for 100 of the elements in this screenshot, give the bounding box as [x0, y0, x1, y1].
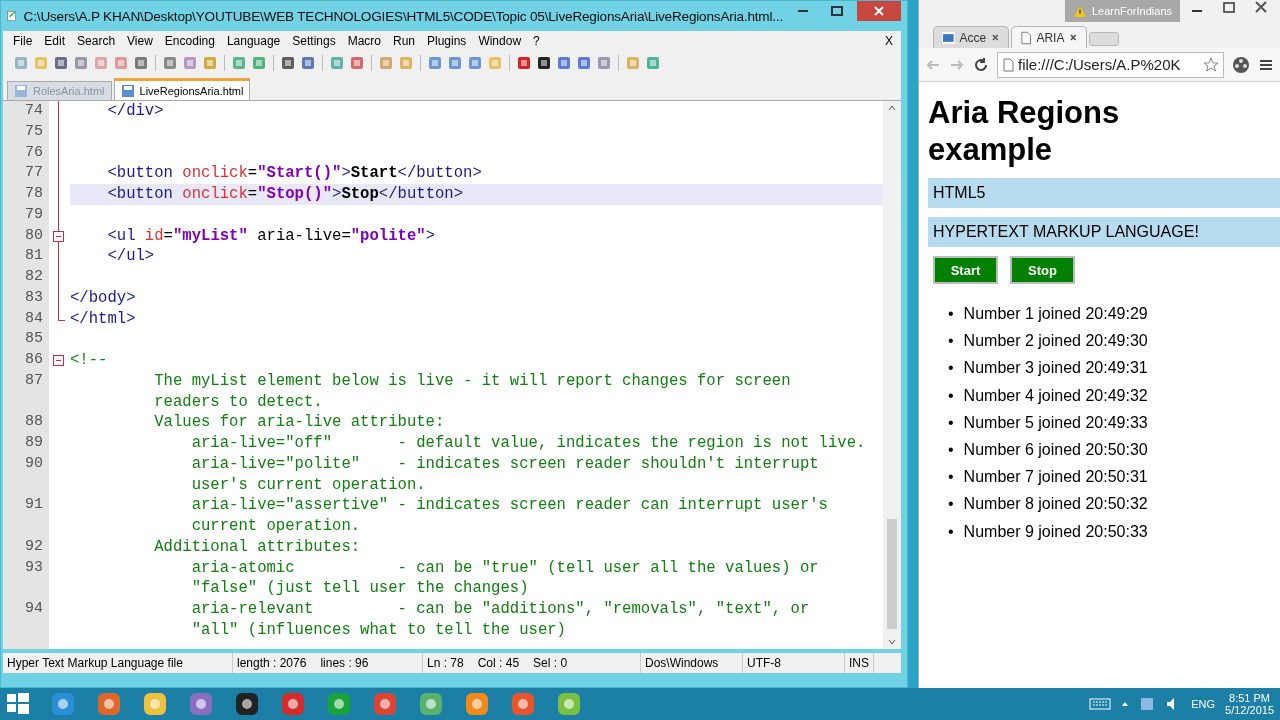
code-line: <button onclick="Start()">Start</button> [106, 164, 482, 183]
bullet: • [948, 412, 954, 433]
menu-item[interactable]: ? [527, 34, 546, 48]
app-icon[interactable] [50, 691, 76, 717]
clock[interactable]: 8:51 PM 5/12/2015 [1225, 692, 1274, 716]
profile-name: LearnForIndians [1091, 5, 1172, 17]
menu-item[interactable]: Run [387, 34, 421, 48]
code-line: </body> [70, 288, 136, 307]
close-icon[interactable] [1254, 0, 1268, 14]
app-icon[interactable] [418, 691, 444, 717]
length-count: length : 2076 [237, 656, 307, 670]
line-number: 74 [25, 101, 43, 121]
start-icon[interactable] [6, 692, 30, 716]
close-document-button[interactable]: X [885, 34, 897, 48]
code-editor[interactable] [3, 101, 901, 649]
scrollbar-thumb[interactable] [887, 519, 897, 629]
fold-toggle-icon[interactable] [53, 355, 64, 366]
menu-item[interactable]: Search [71, 34, 122, 48]
list-item: Number 1 joined 20:49:29 [963, 304, 1148, 324]
line-number: 91 [25, 495, 43, 516]
list-item: Number 2 joined 20:49:30 [963, 331, 1148, 352]
app-icon[interactable] [142, 691, 168, 717]
address-bar[interactable]: file:///C:/Users/A.P%20K [997, 51, 1224, 78]
app-icon[interactable] [464, 691, 490, 717]
bullet: • [948, 521, 954, 542]
page-icon [1002, 57, 1014, 72]
line-number: 84 [25, 308, 43, 329]
line-ending: Dos\Windows [645, 656, 719, 670]
code-line: readers to detect. [153, 392, 323, 411]
line-number: 90 [25, 453, 43, 474]
code-line: <!-- [70, 351, 108, 369]
page-button[interactable]: Start [933, 256, 998, 284]
line-number: 86 [25, 350, 43, 370]
film-reel-icon[interactable] [1232, 55, 1250, 74]
code-line: "all" (influences what to tell the user) [190, 620, 566, 639]
fold-toggle-icon[interactable] [53, 230, 64, 242]
toolbar-icon[interactable] [536, 55, 552, 71]
code-line: aria-live="assertive" - indicates screen reader can interrupt user's [190, 496, 828, 515]
bullet: • [948, 331, 954, 352]
line-number: 85 [25, 329, 43, 350]
line-position: Ln : 78 [427, 656, 464, 670]
file-type: Hyper Text Markup Language file [7, 656, 183, 670]
reload-icon[interactable] [973, 56, 989, 73]
menu-item[interactable]: Language [220, 34, 287, 48]
maximize-icon[interactable] [1222, 0, 1236, 14]
menu-item[interactable]: Settings [286, 34, 342, 48]
line-number: 88 [25, 412, 43, 433]
bullet: • [948, 304, 954, 324]
line-number: 89 [25, 433, 43, 453]
bullet: • [948, 385, 954, 406]
menu-item[interactable]: Plugins [421, 34, 473, 48]
app-icon[interactable] [326, 691, 352, 717]
list-item: Number 8 joined 20:50:32 [963, 494, 1148, 515]
file-tab[interactable]: LiveRegionsAria.html [113, 78, 251, 100]
browser-tab[interactable]: Acce [933, 26, 1009, 48]
menu-item[interactable]: View [121, 34, 159, 48]
line-number: 78 [25, 184, 43, 204]
menu-item[interactable]: Window [472, 34, 528, 48]
scroll-up-icon[interactable] [887, 103, 897, 113]
code-line: current operation. [190, 517, 361, 535]
line-number: 92 [25, 536, 43, 557]
menu-item[interactable]: File [7, 34, 39, 48]
line-number: 79 [25, 204, 43, 225]
page-button[interactable]: Stop [1010, 256, 1075, 284]
close-button[interactable] [857, 1, 901, 21]
app-icon[interactable] [280, 691, 306, 717]
menu-item[interactable]: Edit [38, 34, 72, 48]
fold-end-marker [58, 308, 66, 321]
tab-title: ARIA [1036, 30, 1065, 45]
notepad-icon [7, 8, 18, 24]
page-icon [1020, 30, 1032, 45]
bullet: • [948, 440, 954, 460]
app-icon[interactable] [556, 691, 582, 717]
list-item: Number 9 joined 20:50:33 [963, 521, 1148, 542]
close-icon [874, 6, 884, 16]
caret-up-icon[interactable] [1121, 700, 1130, 708]
menu-item[interactable]: Macro [341, 34, 387, 48]
line-number: 93 [25, 557, 43, 578]
code-line: user's current operation. [190, 475, 426, 494]
code-line: The myList element below is live - it will report changes for screen [153, 371, 791, 390]
code-line: Values for aria-live attribute: [153, 413, 445, 432]
menu-item[interactable]: Encoding [158, 34, 221, 48]
app-icon[interactable] [234, 691, 260, 717]
code-line: <ul id="myList" aria-live="polite"> [106, 226, 435, 245]
encoding: UTF-8 [747, 656, 781, 670]
line-number: 82 [25, 267, 43, 287]
list-item: Number 3 joined 20:49:31 [963, 358, 1148, 379]
lines-count: lines : 96 [320, 656, 369, 670]
star-icon[interactable] [1203, 56, 1219, 73]
selection-count: Sel : 0 [533, 656, 568, 670]
close-icon[interactable] [991, 33, 1000, 42]
scroll-down-icon[interactable] [887, 637, 897, 647]
maximize-icon[interactable] [831, 6, 843, 16]
bullet: • [948, 358, 954, 379]
language-indicator[interactable]: ENG [1191, 698, 1216, 710]
list-item: Number 6 joined 20:50:30 [963, 440, 1148, 460]
app-icon[interactable] [372, 691, 398, 717]
keyboard-icon[interactable] [1089, 697, 1112, 711]
close-icon[interactable] [1069, 33, 1078, 42]
browser-tab[interactable]: ARIA [1011, 26, 1087, 48]
